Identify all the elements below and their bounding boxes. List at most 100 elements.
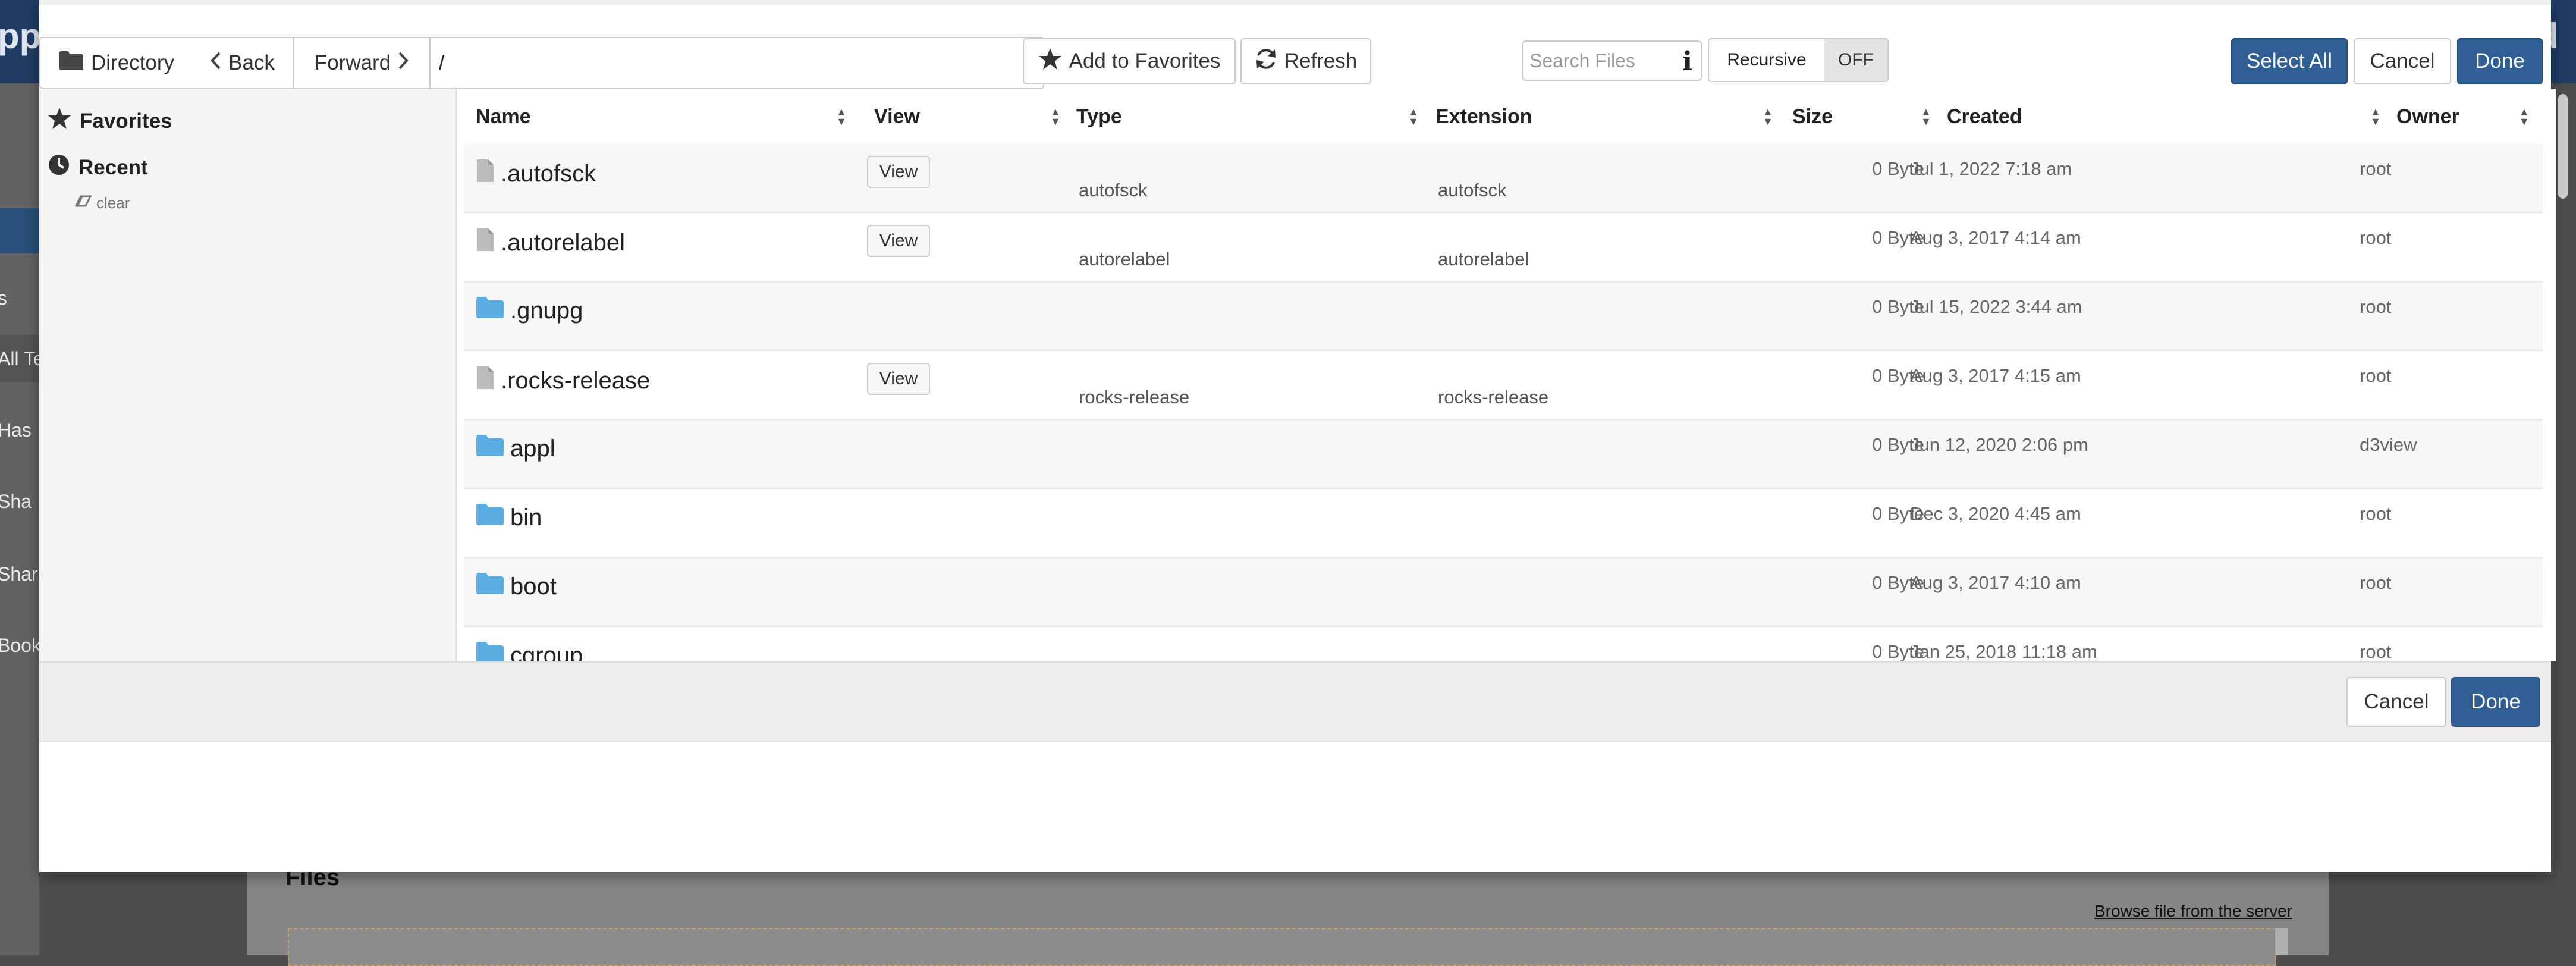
column-header-view[interactable]: View bbox=[874, 89, 920, 144]
owner-cell: root bbox=[2360, 572, 2392, 593]
file-name-cell[interactable]: cgroup bbox=[476, 641, 583, 661]
table-body: .autofsck View autofsck autofsck 0 Byte Jul 1… bbox=[464, 144, 2543, 661]
file-name: .autorelabel bbox=[501, 229, 626, 256]
recursive-state[interactable]: OFF bbox=[1824, 39, 1887, 81]
file-icon bbox=[476, 365, 495, 396]
view-cell: View bbox=[867, 225, 930, 257]
chevron-left-icon bbox=[211, 51, 221, 75]
column-header-name[interactable]: Name bbox=[476, 89, 531, 144]
table-row[interactable]: boot 0 Byte Aug 3, 2017 4:10 am root bbox=[464, 558, 2543, 627]
browse-server-link[interactable]: Browse file from the server bbox=[2094, 902, 2292, 921]
sort-icon[interactable]: ▲ ▼ bbox=[2370, 106, 2381, 127]
extension-cell: autorelabel bbox=[1438, 249, 1529, 269]
file-name-cell[interactable]: .autofsck bbox=[476, 158, 596, 189]
footer-done-button[interactable]: Done bbox=[2451, 677, 2540, 727]
column-header-type[interactable]: Type bbox=[1076, 89, 1122, 144]
path-input[interactable] bbox=[429, 37, 1044, 89]
refresh-icon bbox=[1255, 48, 1277, 75]
sort-icon[interactable]: ▲ ▼ bbox=[836, 106, 847, 127]
background-logo: pp bbox=[0, 16, 42, 56]
file-name-cell[interactable]: .autorelabel bbox=[476, 227, 625, 258]
sort-icon[interactable]: ▲ ▼ bbox=[1408, 106, 1419, 127]
file-name: bin bbox=[510, 504, 542, 531]
file-name-cell[interactable]: boot bbox=[476, 572, 557, 601]
owner-cell: root bbox=[2360, 641, 2392, 661]
folder-icon bbox=[476, 641, 504, 661]
folder-icon bbox=[59, 51, 84, 76]
column-header-extension[interactable]: Extension bbox=[1435, 89, 1532, 144]
file-name-cell[interactable]: .gnupg bbox=[476, 296, 583, 325]
sidebar-item-favorites[interactable]: Favorites bbox=[48, 107, 172, 135]
view-cell: View bbox=[867, 156, 930, 188]
recursive-toggle[interactable]: Recursive OFF bbox=[1708, 38, 1889, 82]
refresh-button[interactable]: Refresh bbox=[1240, 38, 1371, 84]
table-row[interactable]: .autofsck View autofsck autofsck 0 Byte Jul 1… bbox=[464, 144, 2543, 213]
background-dropzone bbox=[288, 928, 2276, 966]
view-button[interactable]: View bbox=[867, 156, 930, 188]
created-cell: Aug 3, 2017 4:15 am bbox=[1910, 365, 2081, 386]
created-cell: Jul 15, 2022 3:44 am bbox=[1910, 296, 2082, 317]
column-header-size[interactable]: Size bbox=[1792, 89, 1833, 144]
created-cell: Jul 1, 2022 7:18 am bbox=[1910, 158, 2072, 179]
table-scrollbar[interactable] bbox=[2555, 89, 2569, 661]
sort-icon[interactable]: ▲ ▼ bbox=[2519, 106, 2530, 127]
search-input[interactable] bbox=[1523, 42, 1678, 80]
created-cell: Aug 3, 2017 4:10 am bbox=[1910, 572, 2081, 593]
file-name-cell[interactable]: appl bbox=[476, 434, 555, 463]
file-name-cell[interactable]: .rocks-release bbox=[476, 365, 650, 396]
table-row[interactable]: .rocks-release View rocks-release rocks-rel… bbox=[464, 351, 2543, 420]
background-sidebar-item: Sha bbox=[0, 491, 32, 512]
table-row[interactable]: cgroup 0 Byte Jan 25, 2018 11:18 am root bbox=[464, 627, 2543, 661]
forward-button-label: Forward bbox=[314, 51, 391, 74]
info-icon[interactable]: i bbox=[1682, 46, 1692, 77]
folder-icon bbox=[476, 503, 504, 532]
modal-top-strip bbox=[39, 0, 2551, 5]
column-header-owner[interactable]: Owner bbox=[2396, 89, 2459, 144]
done-button[interactable]: Done bbox=[2457, 38, 2543, 84]
file-name: .gnupg bbox=[510, 297, 583, 324]
sidebar-item-recent[interactable]: Recent bbox=[48, 153, 148, 181]
background-sidebar-active bbox=[0, 208, 39, 253]
cancel-button[interactable]: Cancel bbox=[2354, 38, 2451, 84]
folder-icon bbox=[476, 434, 504, 463]
table-row[interactable]: bin 0 Byte Dec 3, 2020 4:45 am root bbox=[464, 489, 2543, 558]
sort-icon[interactable]: ▲ ▼ bbox=[1921, 106, 1931, 127]
sort-icon[interactable]: ▲ ▼ bbox=[1763, 106, 1773, 127]
table-row[interactable]: appl 0 Byte Jun 12, 2020 2:06 pm d3view bbox=[464, 420, 2543, 489]
clear-recent-link[interactable]: clear bbox=[74, 194, 130, 212]
select-all-button[interactable]: Select All bbox=[2231, 38, 2348, 84]
add-to-favorites-button[interactable]: Add to Favorites bbox=[1023, 38, 1236, 84]
column-header-created[interactable]: Created bbox=[1947, 89, 2022, 144]
footer-cancel-button[interactable]: Cancel bbox=[2346, 677, 2446, 727]
file-name: cgroup bbox=[510, 642, 583, 662]
back-button[interactable]: Back bbox=[193, 37, 294, 89]
created-cell: Dec 3, 2020 4:45 am bbox=[1910, 503, 2081, 524]
background-sidebar-item: Has bbox=[0, 419, 32, 441]
table-header: Name ▲ ▼ View ▲ ▼ Type ▲ ▼ Extension ▲ ▼ Siz… bbox=[464, 89, 2543, 146]
table-row[interactable]: .gnupg 0 Byte Jul 15, 2022 3:44 am root bbox=[464, 282, 2543, 351]
created-cell: Aug 3, 2017 4:14 am bbox=[1910, 227, 2081, 248]
refresh-label: Refresh bbox=[1284, 49, 1358, 73]
table-row[interactable]: .autorelabel View autorelabel autorelabel 0 … bbox=[464, 213, 2543, 282]
star-icon bbox=[48, 107, 71, 135]
extension-cell: rocks-release bbox=[1438, 387, 1549, 407]
file-name-cell[interactable]: bin bbox=[476, 503, 542, 532]
folder-icon bbox=[476, 572, 504, 601]
search-box: i bbox=[1522, 40, 1702, 81]
owner-cell: d3view bbox=[2360, 434, 2417, 455]
file-icon bbox=[476, 158, 495, 189]
file-table: Name ▲ ▼ View ▲ ▼ Type ▲ ▼ Extension ▲ ▼ Siz… bbox=[457, 89, 2556, 661]
directory-button[interactable]: Directory bbox=[39, 37, 194, 89]
view-button[interactable]: View bbox=[867, 225, 930, 257]
view-button[interactable]: View bbox=[867, 363, 930, 395]
sort-icon[interactable]: ▲ ▼ bbox=[1050, 106, 1061, 127]
view-cell: View bbox=[867, 363, 930, 395]
recursive-label: Recursive bbox=[1709, 39, 1824, 81]
file-name: appl bbox=[510, 435, 555, 462]
forward-button[interactable]: Forward bbox=[294, 37, 431, 89]
type-cell: autofsck bbox=[1079, 180, 1148, 200]
owner-cell: root bbox=[2360, 158, 2392, 179]
extension-cell: autofsck bbox=[1438, 180, 1507, 200]
scrollbar-thumb[interactable] bbox=[2558, 94, 2568, 199]
star-icon bbox=[1038, 48, 1062, 76]
